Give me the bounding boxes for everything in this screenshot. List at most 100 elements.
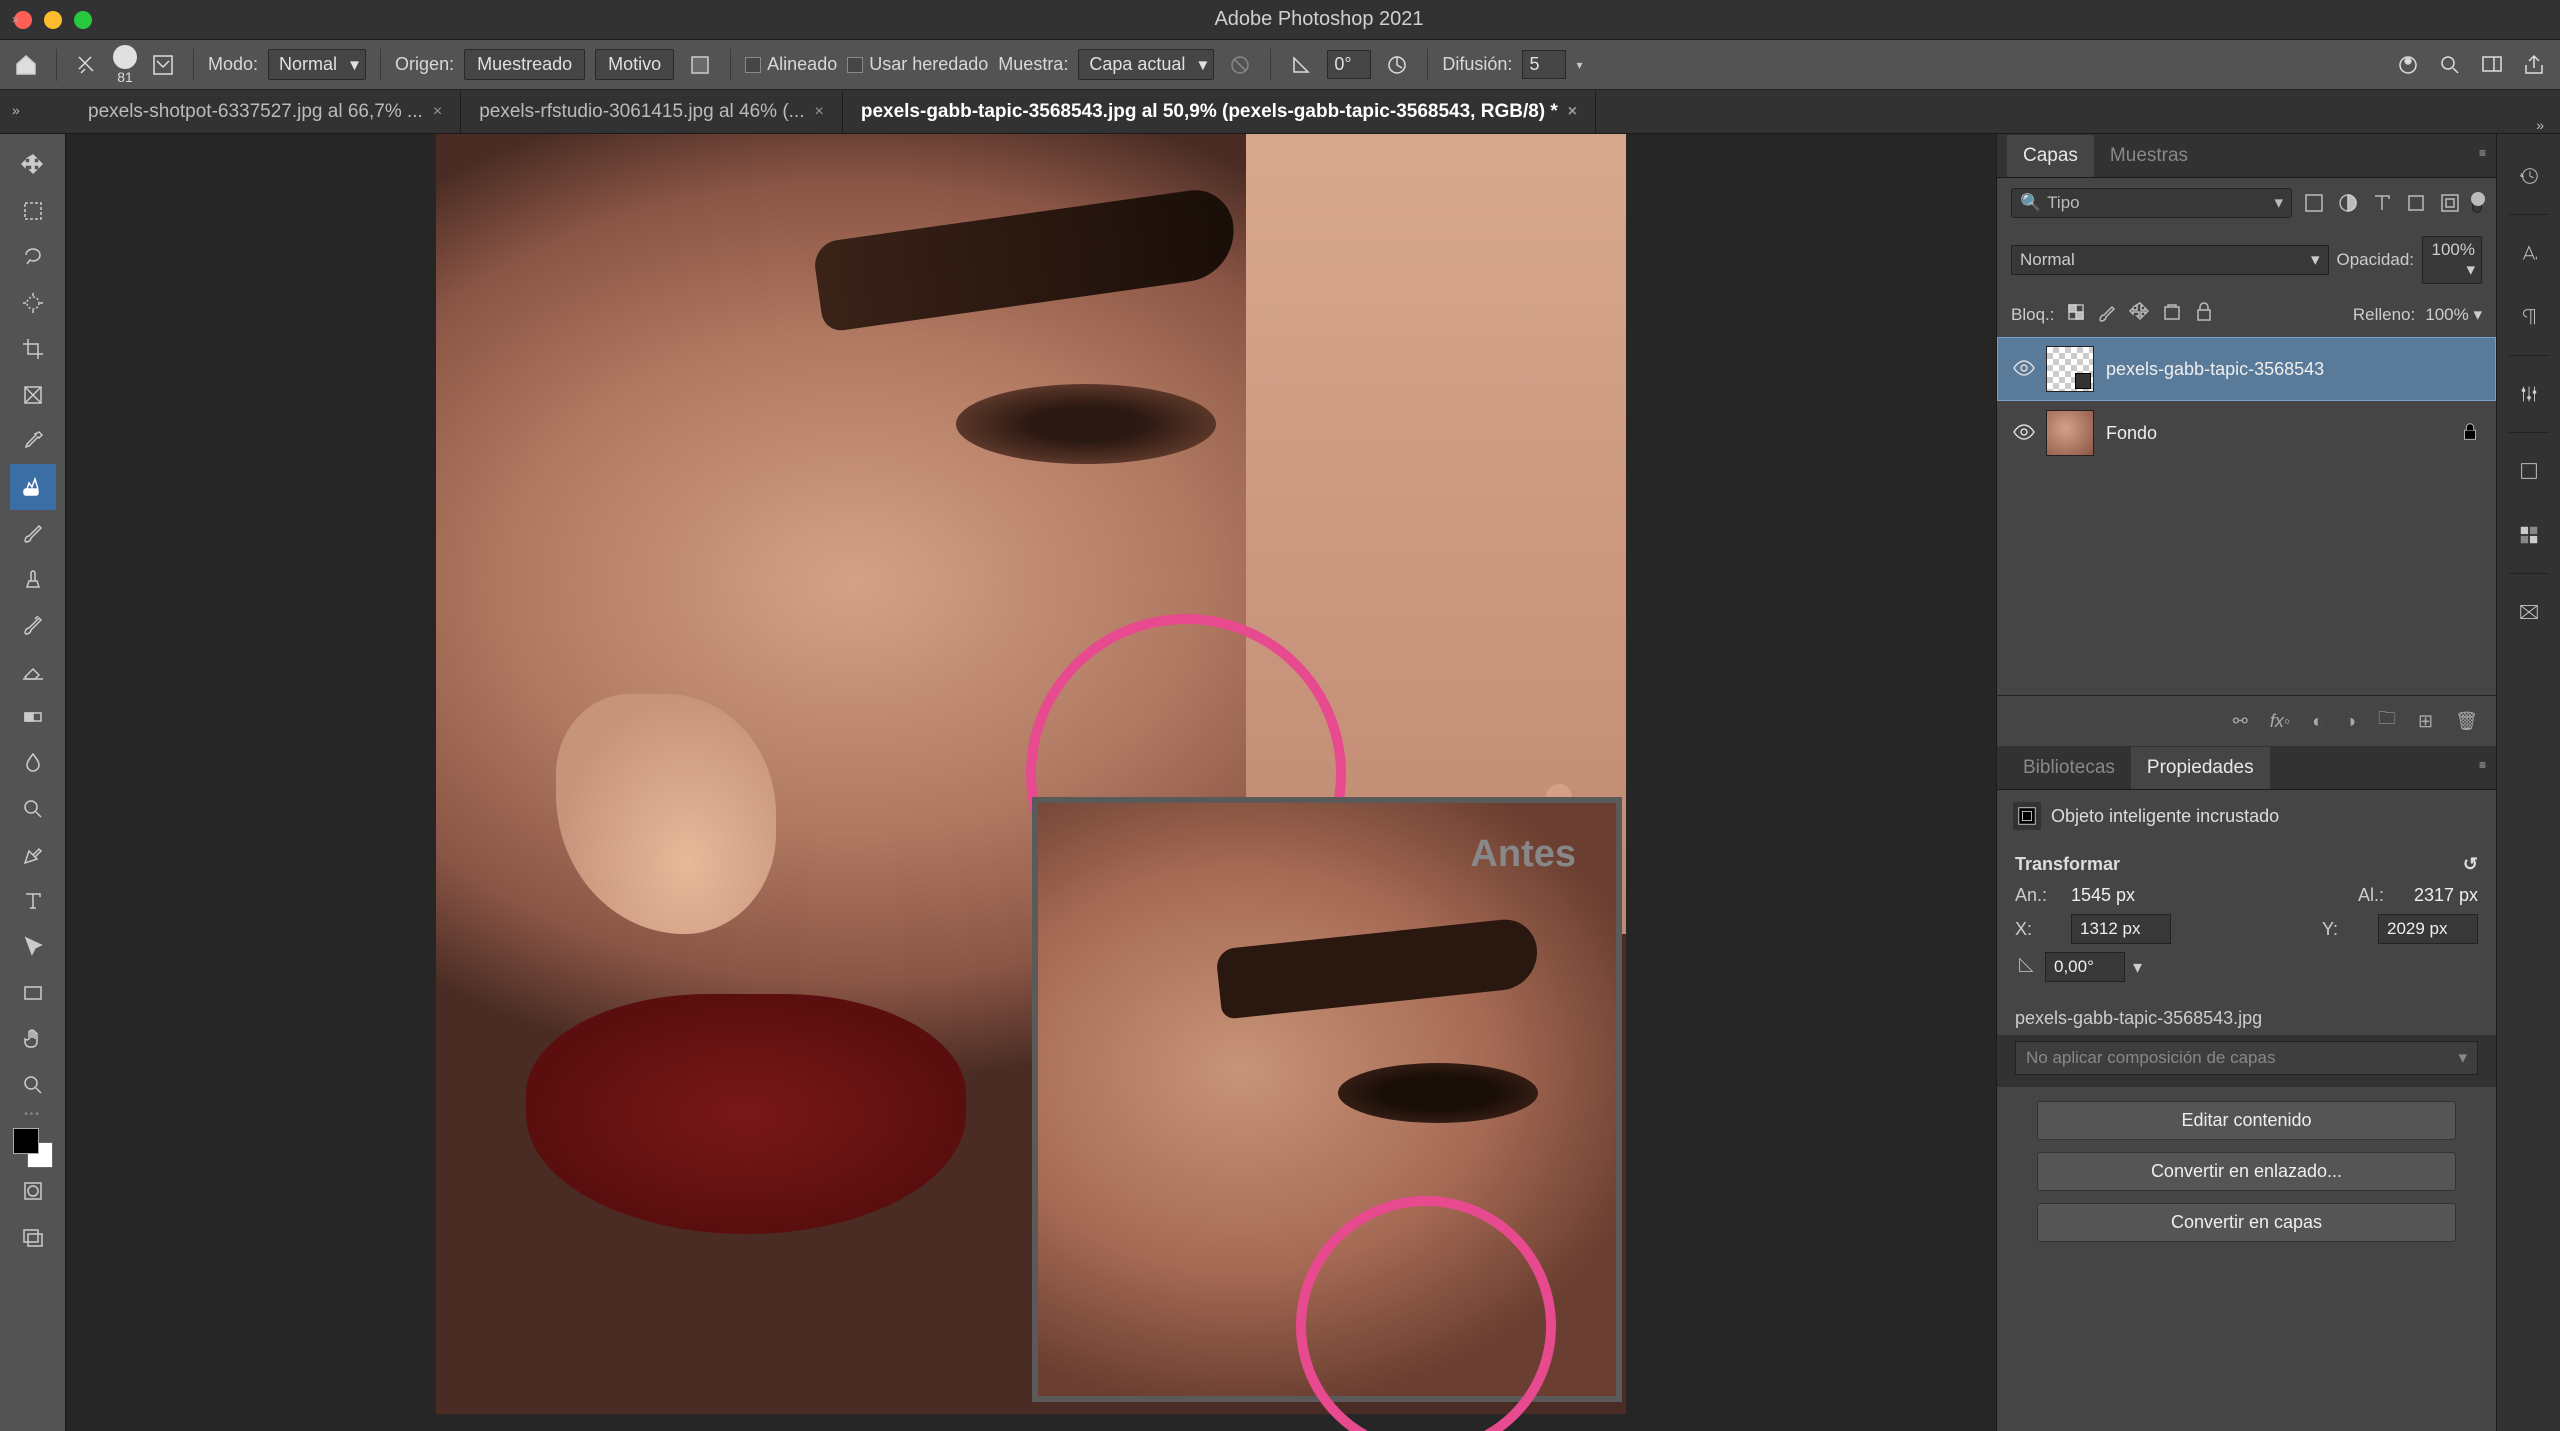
diffusion-chevron-icon[interactable]: ▾ bbox=[1576, 58, 1582, 72]
diffusion-value[interactable]: 5 bbox=[1522, 50, 1566, 79]
rectangle-tool[interactable] bbox=[10, 970, 56, 1016]
panel-menu-icon[interactable]: ≡ bbox=[2479, 758, 2486, 772]
lasso-tool[interactable] bbox=[10, 234, 56, 280]
minimize-window-button[interactable] bbox=[44, 11, 62, 29]
opacity-value[interactable]: 100% ▾ bbox=[2422, 236, 2482, 284]
path-select-tool[interactable] bbox=[10, 924, 56, 970]
search-icon[interactable] bbox=[2434, 49, 2466, 81]
fx-icon[interactable]: fx◦ bbox=[2270, 711, 2290, 732]
eyedropper-tool[interactable] bbox=[10, 418, 56, 464]
maximize-window-button[interactable] bbox=[74, 11, 92, 29]
layer-comp-select[interactable]: No aplicar composición de capas▾ bbox=[2015, 1041, 2478, 1075]
eraser-tool[interactable] bbox=[10, 648, 56, 694]
quick-select-tool[interactable] bbox=[10, 280, 56, 326]
type-tool[interactable] bbox=[10, 878, 56, 924]
layer-name[interactable]: pexels-gabb-tapic-3568543 bbox=[2106, 359, 2324, 380]
filter-adjust-icon[interactable] bbox=[2336, 191, 2360, 215]
filter-type-icon[interactable] bbox=[2370, 191, 2394, 215]
history-brush-tool[interactable] bbox=[10, 602, 56, 648]
filter-smart-icon[interactable] bbox=[2438, 191, 2462, 215]
move-tool[interactable] bbox=[10, 142, 56, 188]
character-panel-icon[interactable] bbox=[2505, 221, 2553, 285]
expand-tabs-icon[interactable]: » bbox=[12, 102, 20, 118]
adjustments-panel-icon[interactable] bbox=[2505, 362, 2553, 426]
cloud-docs-icon[interactable] bbox=[2392, 49, 2424, 81]
new-layer-icon[interactable]: ⊞ bbox=[2418, 711, 2433, 732]
share-icon[interactable] bbox=[2518, 49, 2550, 81]
quick-mask-tool[interactable] bbox=[10, 1168, 56, 1214]
close-tab-icon[interactable]: × bbox=[433, 103, 442, 121]
lock-pixels-icon[interactable] bbox=[2096, 300, 2118, 329]
lock-position-icon[interactable] bbox=[2128, 300, 2150, 329]
brush-preview[interactable]: 81 bbox=[113, 45, 137, 85]
y-input[interactable] bbox=[2378, 914, 2478, 944]
marquee-tool[interactable] bbox=[10, 188, 56, 234]
layer-row-smart-object[interactable]: pexels-gabb-tapic-3568543 bbox=[1997, 337, 2496, 401]
filter-pixel-icon[interactable] bbox=[2302, 191, 2326, 215]
layer-filter-select[interactable]: 🔍 Tipo▾ bbox=[2011, 188, 2292, 218]
samples-tab[interactable]: Muestras bbox=[2094, 135, 2204, 177]
filter-toggle[interactable] bbox=[2472, 193, 2482, 213]
lock-transparency-icon[interactable] bbox=[2064, 300, 2086, 329]
layer-thumbnail[interactable] bbox=[2046, 410, 2094, 456]
mask-icon[interactable]: ◐ bbox=[2312, 711, 2323, 732]
source-sampled-button[interactable]: Muestreado bbox=[464, 49, 585, 80]
aligned-checkbox[interactable]: Alineado bbox=[745, 54, 837, 75]
layer-name[interactable]: Fondo bbox=[2106, 423, 2157, 444]
pattern-picker[interactable] bbox=[684, 49, 716, 81]
lock-icon[interactable] bbox=[2459, 421, 2481, 446]
adjustment-icon[interactable]: ◑ bbox=[2345, 711, 2356, 732]
screen-mode-tool[interactable] bbox=[10, 1214, 56, 1260]
layers-tab[interactable]: Capas bbox=[2007, 135, 2094, 177]
delete-layer-icon[interactable]: 🗑 bbox=[2455, 711, 2478, 732]
layer-row-background[interactable]: Fondo bbox=[1997, 401, 2496, 465]
dodge-tool[interactable] bbox=[10, 786, 56, 832]
close-tab-icon[interactable]: × bbox=[1568, 103, 1577, 121]
visibility-icon[interactable] bbox=[2012, 356, 2034, 383]
sample-select[interactable]: Capa actual▾ bbox=[1078, 49, 1214, 80]
canvas-area[interactable]: Antes bbox=[66, 134, 1996, 1431]
x-input[interactable] bbox=[2071, 914, 2171, 944]
paragraph-panel-icon[interactable] bbox=[2505, 285, 2553, 349]
edit-contents-button[interactable]: Editar contenido bbox=[2037, 1101, 2456, 1140]
clone-stamp-tool[interactable] bbox=[10, 556, 56, 602]
blend-mode-select[interactable]: Normal▾ bbox=[268, 49, 366, 80]
color-swatches[interactable] bbox=[13, 1128, 53, 1168]
navigator-panel-icon[interactable] bbox=[2505, 580, 2553, 644]
color-panel-icon[interactable] bbox=[2505, 439, 2553, 503]
brush-settings-icon[interactable] bbox=[147, 49, 179, 81]
collapse-tools-icon[interactable]: » bbox=[12, 12, 19, 26]
document-tab-1[interactable]: pexels-rfstudio-3061415.jpg al 46% (...× bbox=[461, 91, 843, 133]
lock-artboard-icon[interactable] bbox=[2160, 300, 2182, 329]
convert-to-layers-button[interactable]: Convertir en capas bbox=[2037, 1203, 2456, 1242]
tool-preset-picker[interactable] bbox=[71, 49, 103, 81]
healing-brush-tool[interactable] bbox=[10, 464, 56, 510]
history-panel-icon[interactable] bbox=[2505, 144, 2553, 208]
layer-thumbnail[interactable] bbox=[2046, 346, 2094, 392]
legacy-checkbox[interactable]: Usar heredado bbox=[847, 54, 988, 75]
group-icon[interactable]: 🗀 bbox=[2378, 706, 2396, 736]
link-layers-icon[interactable]: ⚯ bbox=[2233, 711, 2248, 732]
panel-menu-icon[interactable]: ≡ bbox=[2479, 146, 2486, 160]
zoom-tool[interactable] bbox=[10, 1062, 56, 1108]
convert-to-linked-button[interactable]: Convertir en enlazado... bbox=[2037, 1152, 2456, 1191]
edit-toolbar-icon[interactable]: ••• bbox=[13, 1108, 53, 1120]
properties-tab[interactable]: Propiedades bbox=[2131, 747, 2270, 789]
workspace-icon[interactable] bbox=[2476, 49, 2508, 81]
rotation-chevron-icon[interactable]: ▾ bbox=[2133, 957, 2142, 978]
swatches-panel-icon[interactable] bbox=[2505, 503, 2553, 567]
home-button[interactable] bbox=[10, 49, 42, 81]
reset-icon[interactable]: ↺ bbox=[2463, 854, 2478, 875]
libraries-tab[interactable]: Bibliotecas bbox=[2007, 747, 2131, 789]
layer-blend-select[interactable]: Normal▾ bbox=[2011, 245, 2329, 275]
document-tab-0[interactable]: pexels-shotpot-6337527.jpg al 66,7% ...× bbox=[70, 91, 461, 133]
close-tab-icon[interactable]: × bbox=[815, 103, 824, 121]
pressure-angle-icon[interactable] bbox=[1381, 49, 1413, 81]
gradient-tool[interactable] bbox=[10, 694, 56, 740]
source-pattern-button[interactable]: Motivo bbox=[595, 49, 674, 80]
pen-tool[interactable] bbox=[10, 832, 56, 878]
canvas[interactable]: Antes bbox=[436, 134, 1626, 1414]
blur-tool[interactable] bbox=[10, 740, 56, 786]
brush-tool[interactable] bbox=[10, 510, 56, 556]
frame-tool[interactable] bbox=[10, 372, 56, 418]
